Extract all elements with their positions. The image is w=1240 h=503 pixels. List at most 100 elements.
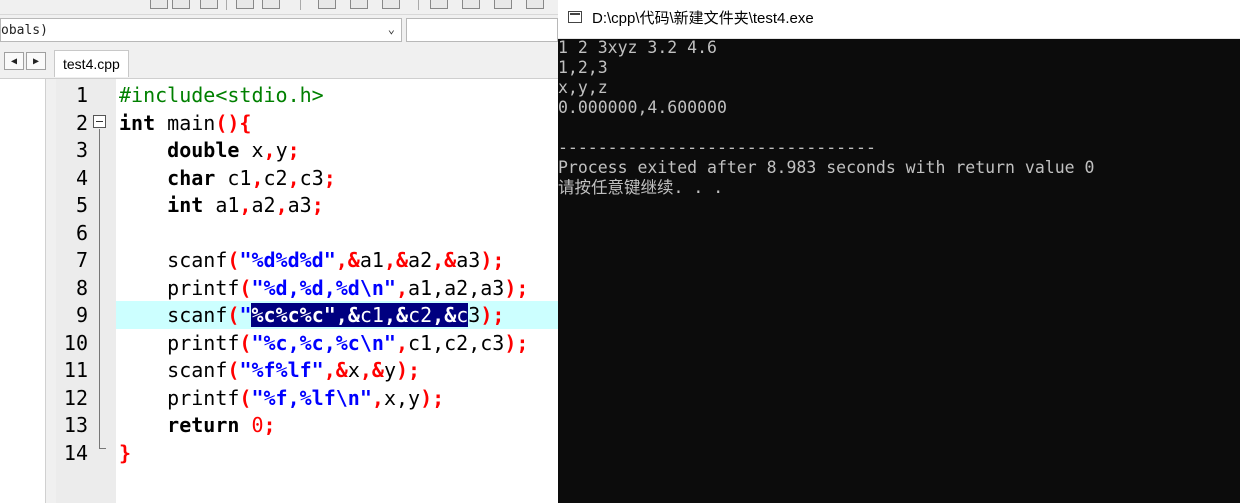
ide-window: obals) ⌄ ◀ ▶ test4.cpp 1 #include<stdio.…: [0, 0, 558, 503]
line-number: 5: [75, 193, 88, 217]
code-token: a1,a2,a3: [408, 275, 505, 300]
line-number: 13: [63, 413, 88, 437]
tab-scroll-left-button[interactable]: ◀: [4, 52, 24, 70]
code-line: 4 char c1,c2,c3;: [0, 165, 558, 193]
code-token: a2: [251, 193, 276, 217]
line-number: 12: [63, 385, 88, 410]
console-line: Process exited after 8.983 seconds with …: [558, 158, 1095, 177]
line-number: 1: [75, 83, 88, 107]
code-line: 10 printf("%c,%c,%c\n",c1,c2,c3);: [0, 330, 558, 358]
code-token: c2: [408, 303, 433, 327]
code-line: 13 return 0;: [0, 412, 558, 440]
code-token: c: [456, 303, 469, 327]
code-token: 0: [251, 413, 264, 437]
toolbar-separator: [418, 0, 419, 10]
toolbar-button[interactable]: [236, 0, 254, 9]
toolbar-button[interactable]: [430, 0, 448, 9]
toolbar-button[interactable]: [150, 0, 168, 9]
toolbar-button[interactable]: [262, 0, 280, 9]
line-number: 8: [75, 275, 88, 300]
console-separator-line: --------------------------------: [558, 138, 876, 157]
code-token: double: [167, 138, 240, 162]
code-token: c1: [215, 165, 252, 190]
code-token: c1,c2,c3: [408, 330, 505, 355]
console-title-bar[interactable]: D:\cpp\代码\新建文件夹\test4.exe: [558, 0, 1240, 39]
console-window[interactable]: D:\cpp\代码\新建文件夹\test4.exe 1 2 3xyz 3.2 4…: [558, 0, 1240, 503]
code-token: main: [155, 110, 216, 135]
line-number: 4: [75, 165, 88, 190]
code-token: int: [119, 110, 156, 135]
console-line: 0.000000,4.600000: [558, 98, 727, 117]
toolbar-button[interactable]: [172, 0, 190, 9]
code-token: x: [347, 358, 360, 382]
editor-tab-bar: ◀ ▶ test4.cpp: [0, 46, 558, 79]
code-line: 14 }: [0, 440, 558, 468]
code-token: a3: [456, 248, 481, 272]
line-number: 10: [63, 330, 88, 355]
code-token: "%c,%c,%c\n": [251, 330, 396, 355]
code-token: "%f,%lf\n": [251, 385, 372, 410]
code-token: x,y: [383, 385, 421, 410]
scope-select-value: obals): [1, 23, 48, 38]
code-token: "%d,%d,%d\n": [251, 275, 396, 300]
code-line: 7 scanf("%d%d%d",&a1,&a2,&a3);: [0, 247, 558, 275]
toolbar-separator: [300, 0, 301, 10]
code-token: return: [167, 413, 240, 437]
code-line: 2 int main(){: [0, 110, 558, 138]
toolbar-button[interactable]: [494, 0, 512, 9]
console-line: 1,2,3: [558, 58, 608, 77]
code-token: scanf: [167, 248, 228, 272]
line-number: 11: [63, 358, 88, 382]
console-title: D:\cpp\代码\新建文件夹\test4.exe: [592, 10, 814, 27]
member-select[interactable]: [406, 18, 558, 42]
code-token: 3: [468, 303, 481, 327]
code-token: int: [167, 193, 204, 217]
code-token: a3: [287, 193, 312, 217]
console-line: x,y,z: [558, 78, 608, 97]
code-token: c1: [359, 303, 384, 327]
console-app-icon: [568, 11, 582, 23]
code-token: x: [239, 138, 264, 162]
tab-scroll-right-button[interactable]: ▶: [26, 52, 46, 70]
toolbar: [0, 0, 558, 15]
code-token: c3: [299, 165, 324, 190]
code-token: scanf: [167, 358, 228, 382]
line-number: 14: [63, 440, 88, 465]
console-line: 1 2 3xyz 3.2 4.6: [558, 38, 717, 57]
scope-select[interactable]: obals) ⌄: [0, 18, 402, 42]
code-token: "%f%lf": [239, 358, 324, 382]
toolbar-button[interactable]: [318, 0, 336, 9]
code-line: 12 printf("%f,%lf\n",x,y);: [0, 385, 558, 413]
toolbar-separator: [226, 0, 227, 10]
code-token: %c%c%c": [251, 303, 336, 327]
tab-test4-cpp[interactable]: test4.cpp: [54, 50, 129, 77]
code-line: 1 #include<stdio.h>: [0, 82, 558, 110]
code-line: 11 scanf("%f%lf",&x,&y);: [0, 357, 558, 385]
code-line: 3 double x,y;: [0, 137, 558, 165]
code-token: char: [167, 165, 216, 190]
code-token: printf: [167, 385, 240, 410]
toolbar-button[interactable]: [200, 0, 218, 9]
toolbar-button[interactable]: [526, 0, 544, 9]
line-number: 9: [75, 303, 88, 327]
code-line-current: 9 scanf("%c%c%c",&c1,&c2,&c3);: [0, 302, 558, 330]
code-token: c2: [263, 165, 288, 190]
console-line: 请按任意键继续. . .: [558, 178, 724, 197]
code-token: }: [119, 440, 132, 465]
code-token: y: [383, 358, 397, 382]
code-token: printf: [167, 275, 240, 300]
line-number: 2: [75, 110, 88, 135]
code-token: a2: [408, 248, 433, 272]
toolbar-button[interactable]: [350, 0, 368, 9]
code-token: "%d%d%d": [239, 248, 336, 272]
code-token: printf: [167, 330, 240, 355]
code-line: 6: [0, 220, 558, 248]
code-line: 8 printf("%d,%d,%d\n",a1,a2,a3);: [0, 275, 558, 303]
code-line: 5 int a1,a2,a3;: [0, 192, 558, 220]
text-selection[interactable]: %c%c%c",&c1,&c2,&c: [251, 303, 469, 327]
chevron-down-icon[interactable]: ⌄: [388, 22, 395, 36]
toolbar-button[interactable]: [462, 0, 480, 9]
line-number: 7: [75, 248, 88, 272]
toolbar-button[interactable]: [382, 0, 400, 9]
code-token: #include<stdio.h>: [119, 83, 324, 107]
